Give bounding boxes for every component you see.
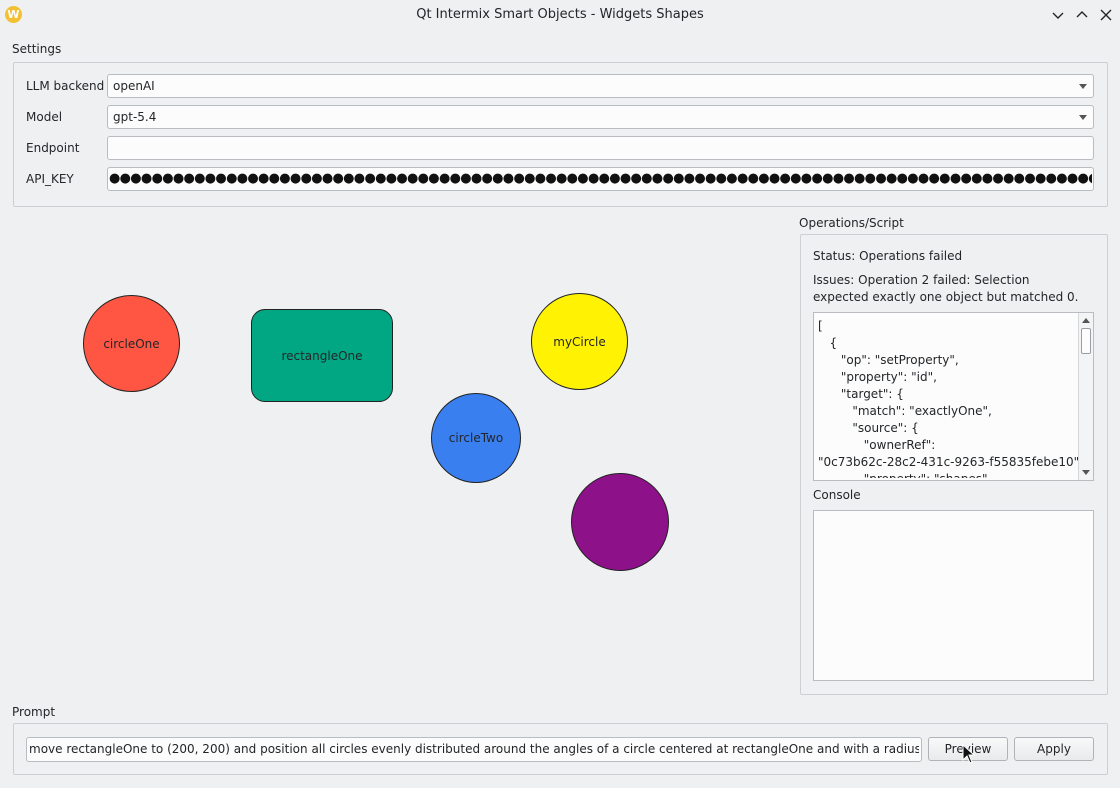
prompt-input-text: move rectangleOne to (200, 200) and posi…: [29, 742, 919, 756]
endpoint-label: Endpoint: [26, 141, 80, 155]
apply-button[interactable]: Apply: [1014, 737, 1094, 761]
shape-label: circleOne: [103, 336, 160, 351]
prompt-group-title: Prompt: [12, 705, 56, 719]
circle-two-shape[interactable]: circleTwo: [431, 393, 521, 483]
llm-backend-combobox[interactable]: openAI: [107, 74, 1094, 98]
api-key-masked-value: ●●●●●●●●●●●●●●●●●●●●●●●●●●●●●●●●●●●●●●●●…: [109, 171, 1092, 186]
shape-label: myCircle: [553, 334, 606, 349]
circle-one-shape[interactable]: circleOne: [83, 295, 180, 392]
shapes-canvas[interactable]: circleOne rectangleOne myCircle circleTw…: [12, 216, 794, 698]
shape-label: rectangleOne: [281, 348, 363, 363]
model-combobox[interactable]: gpt-5.4: [107, 105, 1094, 129]
api-key-input[interactable]: ●●●●●●●●●●●●●●●●●●●●●●●●●●●●●●●●●●●●●●●●…: [107, 167, 1094, 191]
minimize-icon[interactable]: [1048, 5, 1068, 25]
chevron-down-icon: [1079, 115, 1087, 120]
script-editor[interactable]: [ { "op": "setProperty", "property": "id…: [813, 312, 1094, 481]
api-key-label: API_KEY: [26, 172, 74, 186]
scroll-down-icon[interactable]: [1082, 470, 1090, 475]
shape-label: circleTwo: [448, 431, 504, 445]
scroll-up-icon[interactable]: [1082, 318, 1090, 323]
rectangle-one-shape[interactable]: rectangleOne: [251, 309, 393, 402]
operations-issues: Issues: Operation 2 failed: Selection ex…: [813, 273, 1079, 304]
operations-status: Status: Operations failed: [813, 249, 963, 263]
llm-backend-label: LLM backend: [26, 79, 105, 93]
script-scrollbar[interactable]: [1078, 313, 1093, 480]
console-label: Console: [813, 488, 861, 502]
chevron-down-icon: [1079, 84, 1087, 89]
llm-backend-value: openAI: [113, 79, 155, 93]
window-title: Qt Intermix Smart Objects - Widgets Shap…: [416, 7, 704, 22]
title-bar: W Qt Intermix Smart Objects - Widgets Sh…: [0, 0, 1120, 29]
scroll-thumb[interactable]: [1081, 328, 1091, 354]
prompt-input[interactable]: move rectangleOne to (200, 200) and posi…: [26, 737, 922, 762]
maximize-icon[interactable]: [1072, 5, 1092, 25]
operations-group-title: Operations/Script: [799, 216, 904, 230]
endpoint-input[interactable]: [107, 136, 1094, 160]
console-output[interactable]: [813, 510, 1094, 681]
purple-circle-shape[interactable]: [571, 473, 669, 571]
script-text: [ { "op": "setProperty", "property": "id…: [818, 319, 1078, 478]
mouse-cursor-icon: [962, 743, 976, 764]
model-label: Model: [26, 110, 63, 124]
model-value: gpt-5.4: [113, 110, 157, 124]
my-circle-shape[interactable]: myCircle: [531, 293, 628, 390]
close-icon[interactable]: [1096, 5, 1116, 25]
settings-group-title: Settings: [12, 42, 62, 56]
